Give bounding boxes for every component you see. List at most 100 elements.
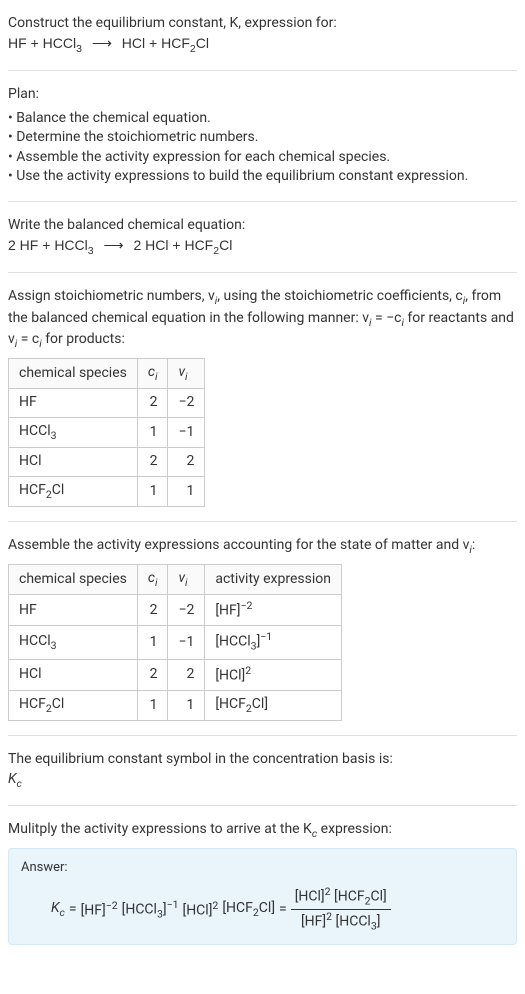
activity-section: Assemble the activity expressions accoun… [8, 530, 517, 727]
basis-symbol: Kc [8, 770, 517, 791]
cell-activity: [HCF2Cl] [205, 690, 342, 720]
multiply-section: Mulitply the activity expressions to arr… [8, 814, 517, 951]
divider [8, 70, 517, 71]
col-activity: activity expression [205, 564, 342, 594]
balanced-section: Write the balanced chemical equation: 2 … [8, 210, 517, 264]
cell-nu: 2 [168, 659, 205, 690]
cell-c: 1 [137, 690, 168, 720]
product-2: HCF2Cl [161, 35, 209, 51]
cell-activity: [HCl]2 [205, 659, 342, 690]
cell-c: 2 [137, 595, 168, 626]
plus-sign: + [172, 237, 180, 253]
table-header-row: chemical species ci νi activity expressi… [9, 564, 342, 594]
problem-prompt: Construct the equilibrium constant, K, e… [8, 14, 517, 34]
cell-nu: 1 [168, 690, 205, 720]
product-2: HCF2Cl [184, 237, 232, 253]
arrow-icon: ⟶ [86, 34, 118, 54]
reactant-1: HF [8, 35, 27, 51]
plan-title: Plan: [8, 85, 517, 105]
plan-item: Use the activity expressions to build th… [8, 167, 517, 187]
col-nu: νi [168, 358, 205, 388]
term: [HCF2Cl] [222, 899, 275, 920]
term: [HCCl3]−1 [122, 898, 179, 922]
divider [8, 521, 517, 522]
term: [HCl]2 [182, 899, 218, 921]
table-row: HCl 2 2 [9, 448, 205, 477]
fraction: [HCl]2 [HCF2Cl] [HF]2 [HCCl3] [291, 885, 391, 934]
table-row: HCCl3 1 −1 [HCCl3]−1 [9, 626, 342, 659]
balanced-intro: Write the balanced chemical equation: [8, 216, 517, 236]
cell-activity: [HF]−2 [205, 595, 342, 626]
plan-item: Assemble the activity expression for eac… [8, 148, 517, 168]
table-row: HCF2Cl 1 1 [9, 476, 205, 506]
col-species: chemical species [9, 564, 138, 594]
fraction-denominator: [HF]2 [HCCl3] [297, 910, 385, 934]
activity-table: chemical species ci νi activity expressi… [8, 564, 342, 722]
basis-section: The equilibrium constant symbol in the c… [8, 744, 517, 797]
cell-species: HCCl3 [9, 626, 138, 659]
cell-nu: −2 [168, 389, 205, 418]
cell-c: 2 [137, 659, 168, 690]
col-nu: νi [168, 564, 205, 594]
cell-species: HCCl3 [9, 417, 138, 447]
col-c: ci [137, 358, 168, 388]
problem-statement: Construct the equilibrium constant, K, e… [8, 8, 517, 62]
divider [8, 805, 517, 806]
equals-sign: = [69, 900, 77, 920]
equals-sign: = [279, 900, 287, 920]
cell-c: 1 [137, 626, 168, 659]
cell-species: HCF2Cl [9, 690, 138, 720]
plan-item: Balance the chemical equation. [8, 109, 517, 129]
cell-c: 2 [137, 389, 168, 418]
answer-box: Answer: Kc = [HF]−2 [HCCl3]−1 [HCl]2 [HC… [8, 848, 517, 945]
product-1: HCl [122, 35, 145, 51]
plan-item: Determine the stoichiometric numbers. [8, 128, 517, 148]
fraction-numerator: [HCl]2 [HCF2Cl] [291, 885, 391, 910]
divider [8, 201, 517, 202]
prompt-text: Construct the equilibrium constant, K, e… [8, 15, 337, 31]
cell-nu: 2 [168, 448, 205, 477]
col-c: ci [137, 564, 168, 594]
table-row: HCF2Cl 1 1 [HCF2Cl] [9, 690, 342, 720]
plus-sign: + [42, 237, 50, 253]
kc-symbol: Kc [51, 899, 65, 920]
answer-label: Answer: [21, 859, 504, 877]
basis-text: The equilibrium constant symbol in the c… [8, 750, 517, 770]
arrow-icon: ⟶ [98, 236, 130, 256]
table-row: HF 2 −2 [9, 389, 205, 418]
cell-species: HF [9, 595, 138, 626]
cell-c: 1 [137, 476, 168, 506]
plus-sign: + [31, 35, 43, 51]
product-1: 2 HCl [133, 237, 168, 253]
cell-nu: −2 [168, 595, 205, 626]
plus-sign: + [149, 35, 161, 51]
cell-c: 2 [137, 448, 168, 477]
cell-species: HCF2Cl [9, 476, 138, 506]
cell-activity: [HCCl3]−1 [205, 626, 342, 659]
table-row: HCl 2 2 [HCl]2 [9, 659, 342, 690]
cell-c: 1 [137, 417, 168, 447]
term: [HF]−2 [81, 899, 118, 921]
balanced-equation: 2 HF + HCCl3 ⟶ 2 HCl + HCF2Cl [8, 236, 517, 258]
table-row: HCCl3 1 −1 [9, 417, 205, 447]
plan-section: Plan: Balance the chemical equation. Det… [8, 79, 517, 193]
divider [8, 272, 517, 273]
reactant-1: 2 HF [8, 237, 38, 253]
cell-species: HCl [9, 448, 138, 477]
cell-nu: −1 [168, 626, 205, 659]
kc-expression: Kc = [HF]−2 [HCCl3]−1 [HCl]2 [HCF2Cl] = … [21, 885, 504, 934]
col-species: chemical species [9, 358, 138, 388]
stoich-table: chemical species ci νi HF 2 −2 HCCl3 1 −… [8, 358, 205, 508]
cell-species: HF [9, 389, 138, 418]
plan-list: Balance the chemical equation. Determine… [8, 109, 517, 187]
divider [8, 735, 517, 736]
unbalanced-equation: HF + HCCl3 ⟶ HCl + HCF2Cl [8, 34, 517, 56]
cell-species: HCl [9, 659, 138, 690]
cell-nu: 1 [168, 476, 205, 506]
reactant-2: HCCl3 [43, 35, 82, 51]
cell-nu: −1 [168, 417, 205, 447]
table-header-row: chemical species ci νi [9, 358, 205, 388]
table-row: HF 2 −2 [HF]−2 [9, 595, 342, 626]
reactant-2: HCCl3 [54, 237, 93, 253]
stoich-intro: Assign stoichiometric numbers, νi, using… [8, 281, 517, 513]
